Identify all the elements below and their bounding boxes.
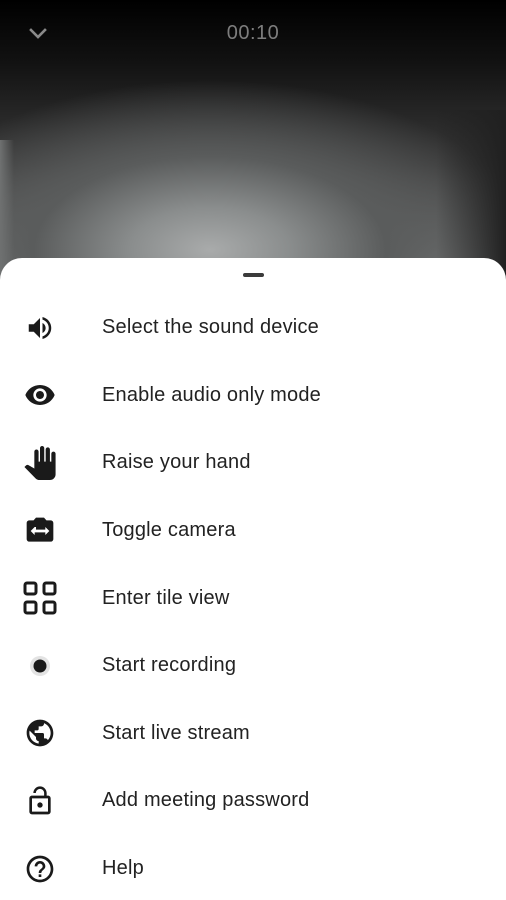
menu-item-label: Select the sound device <box>102 316 319 339</box>
top-bar: 00:10 <box>0 0 506 66</box>
menu-item-label: Toggle camera <box>102 519 236 542</box>
switch-camera-icon <box>22 513 58 549</box>
overflow-menu: Select the sound device Enable audio onl… <box>0 294 506 900</box>
menu-item-help[interactable]: Help <box>0 835 506 900</box>
hand-icon <box>22 445 58 481</box>
menu-item-audio-only[interactable]: Enable audio only mode <box>0 362 506 430</box>
menu-item-label: Raise your hand <box>102 451 251 474</box>
volume-icon <box>22 310 58 346</box>
menu-item-toggle-camera[interactable]: Toggle camera <box>0 497 506 565</box>
eye-icon <box>22 377 58 413</box>
menu-item-live-stream[interactable]: Start live stream <box>0 700 506 768</box>
menu-item-raise-hand[interactable]: Raise your hand <box>0 429 506 497</box>
menu-item-label: Enter tile view <box>102 586 230 609</box>
sheet-drag-handle[interactable] <box>243 273 264 277</box>
menu-item-start-recording[interactable]: Start recording <box>0 632 506 700</box>
help-icon <box>22 851 58 887</box>
menu-item-label: Start recording <box>102 654 237 677</box>
overflow-menu-sheet: Select the sound device Enable audio onl… <box>0 258 506 900</box>
globe-icon <box>22 715 58 751</box>
tile-view-icon <box>22 580 58 616</box>
call-screen: 00:10 Select the sound device Enable aud… <box>0 0 506 900</box>
menu-item-label: Add meeting password <box>102 789 310 812</box>
call-timer: 00:10 <box>226 22 280 44</box>
menu-item-sound-device[interactable]: Select the sound device <box>0 294 506 362</box>
menu-item-label: Enable audio only mode <box>102 383 321 406</box>
menu-item-label: Start live stream <box>102 721 250 744</box>
record-icon <box>22 648 58 684</box>
menu-item-tile-view[interactable]: Enter tile view <box>0 564 506 632</box>
menu-item-meeting-password[interactable]: Add meeting password <box>0 767 506 835</box>
lock-icon <box>22 783 58 819</box>
menu-item-label: Help <box>102 857 144 880</box>
